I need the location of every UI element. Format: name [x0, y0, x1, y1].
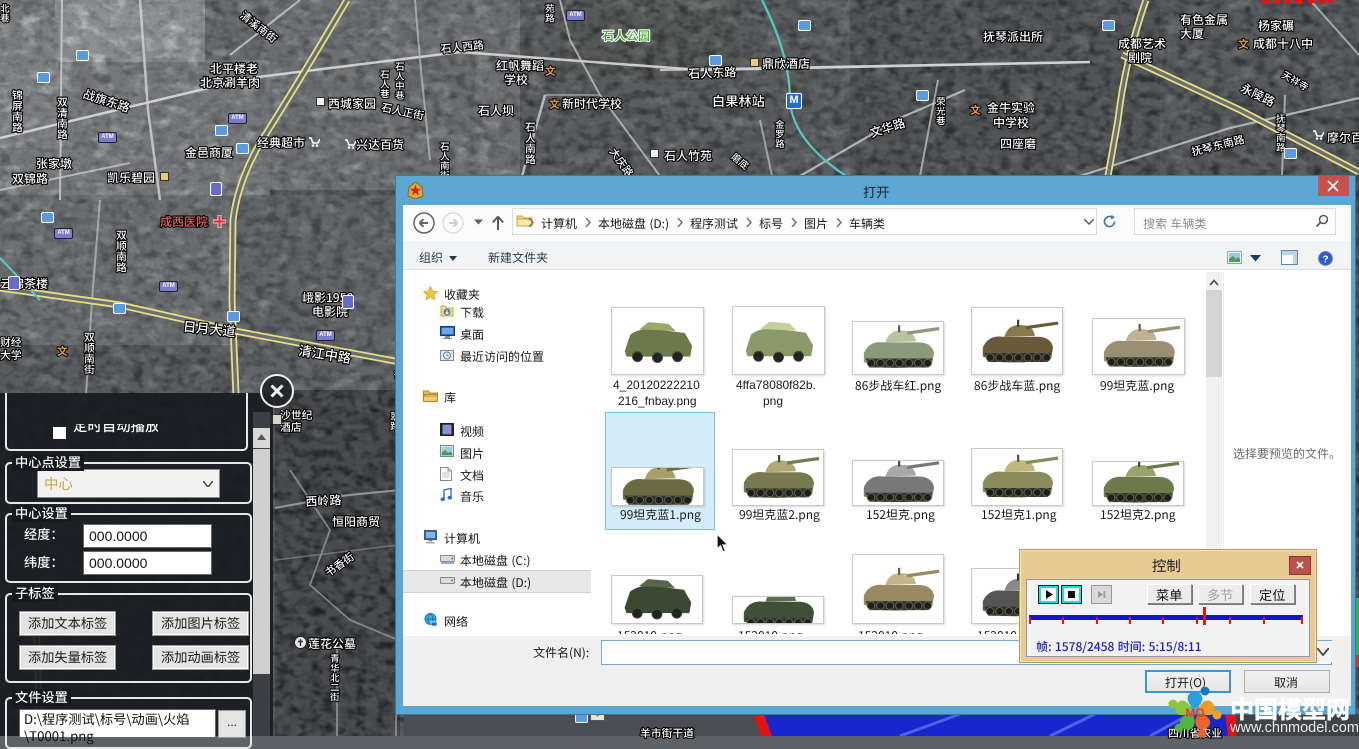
- svg-text:MO: MO: [1185, 706, 1204, 720]
- svg-text:?: ?: [1322, 255, 1328, 266]
